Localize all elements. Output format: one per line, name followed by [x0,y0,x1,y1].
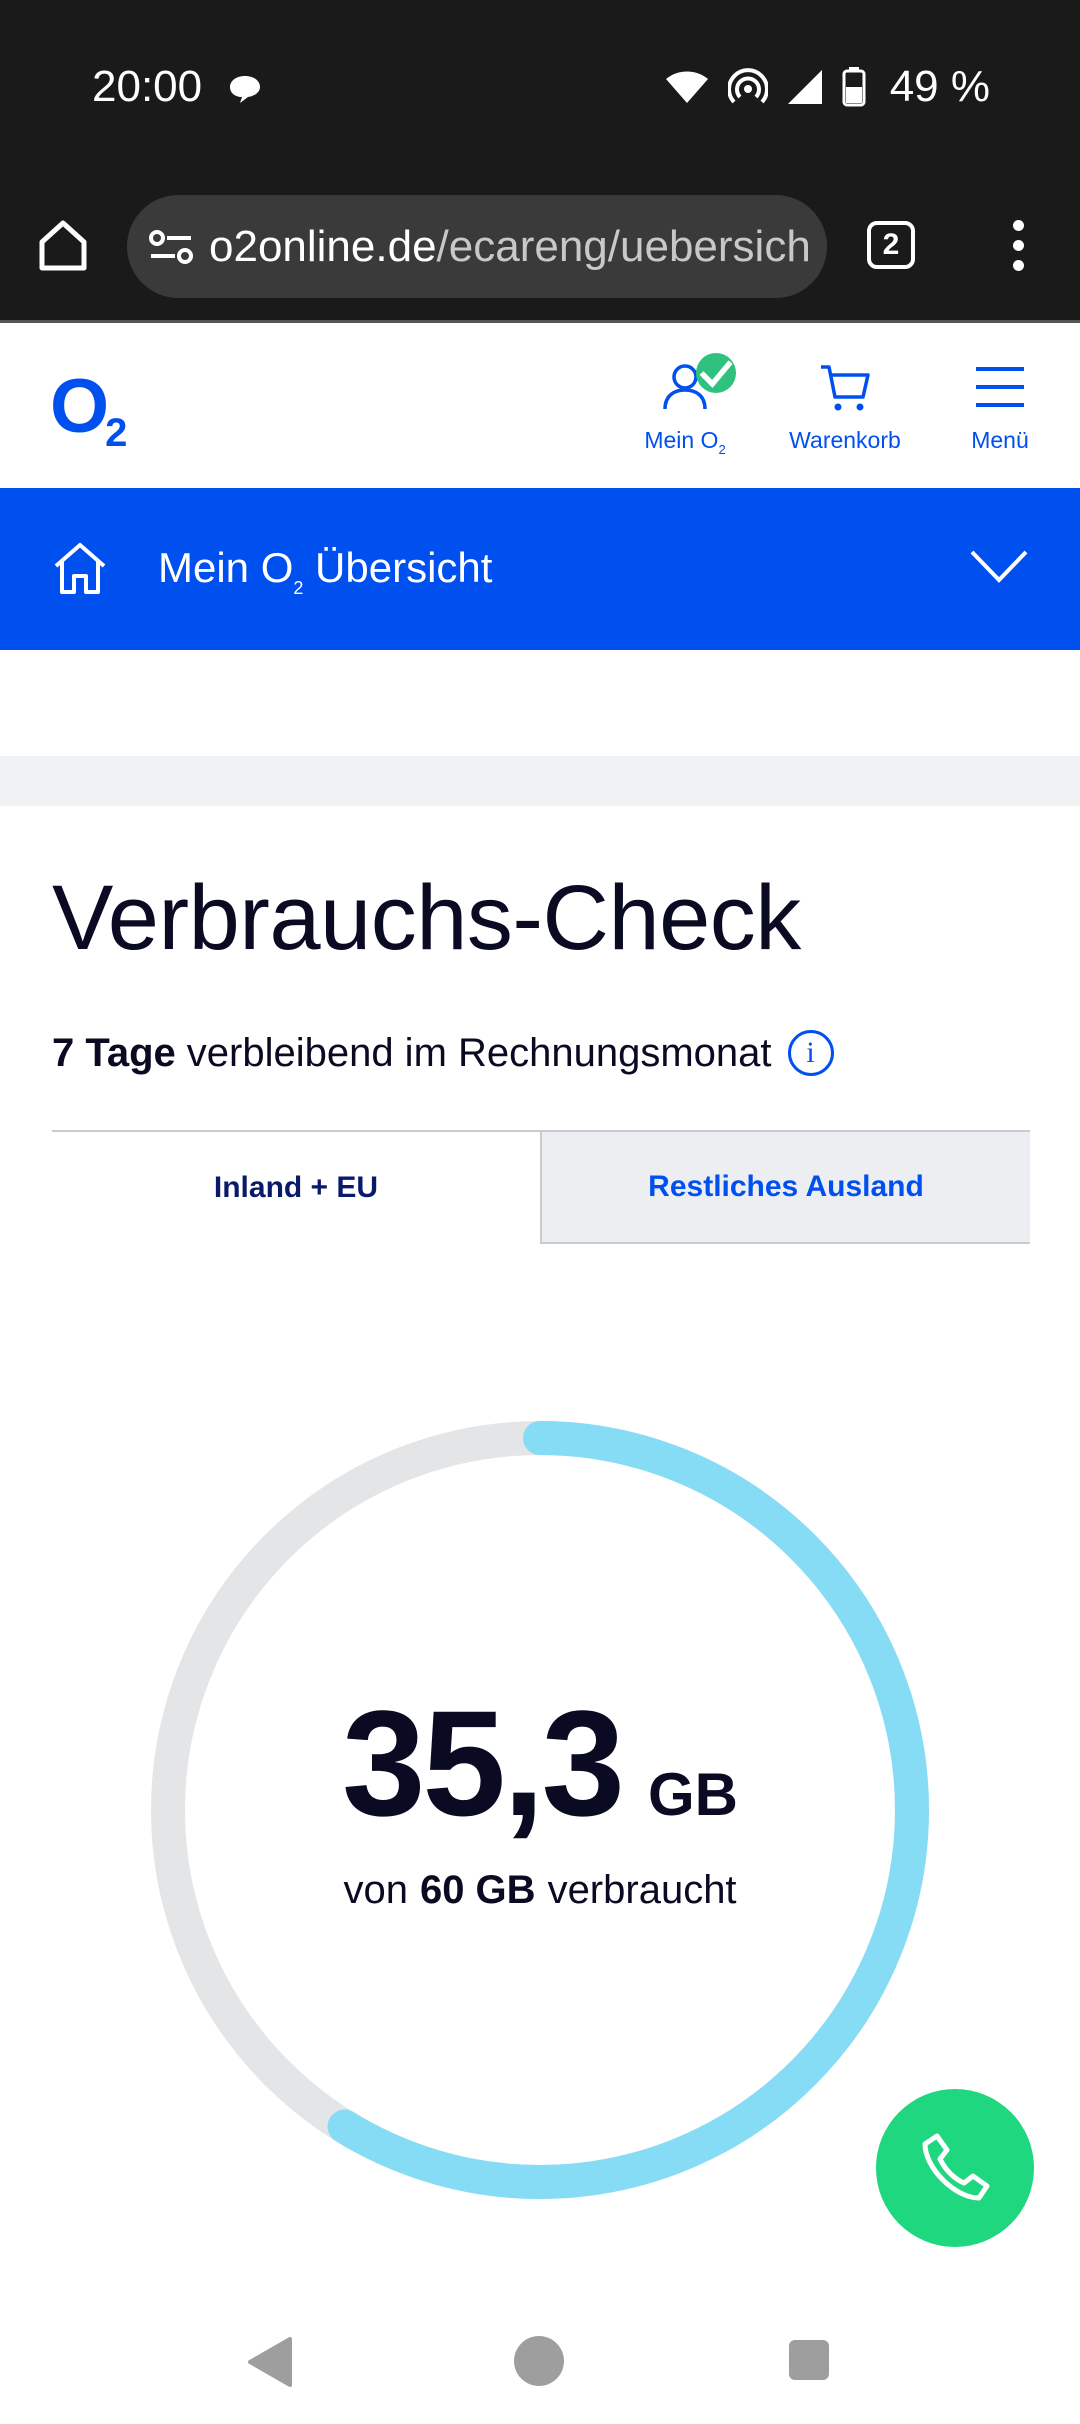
status-icons: 49 % [664,62,990,112]
address-bar[interactable]: o2online.de/ecareng/uebersich [127,195,827,298]
mein-o2-button[interactable]: Mein O2 [640,353,736,457]
used-row: 35,3 GB [342,1677,738,1850]
status-time: 20:00 [92,62,203,111]
url-text[interactable]: o2online.de/ecareng/uebersich [209,222,809,272]
section-nav-dropdown[interactable]: Mein O2 Übersicht [0,488,1080,650]
o2-logo[interactable]: O2 [50,363,127,455]
used-unit: GB [647,1761,738,1828]
recents-icon[interactable] [789,2340,829,2380]
site-settings-icon[interactable] [147,227,195,267]
site-header: O2 Mein O2 Warenkorb Menü [0,323,1080,488]
browser-menu-icon[interactable] [1010,220,1026,276]
tab-inland-eu[interactable]: Inland + EU [52,1130,540,1244]
home-circle-icon[interactable] [514,2336,564,2386]
remaining-days-text: 7 Tage verbleibend im Rechnungsmonat i [52,1030,834,1076]
hamburger-icon [976,367,1024,407]
phone-icon [922,2133,990,2201]
status-bar: 20:00 49 % [0,0,1080,180]
home-icon [54,543,106,594]
remaining-label: verbleibend im Rechnungsmonat [186,1030,772,1075]
battery-icon [842,67,866,107]
browser-home-icon[interactable] [36,218,90,272]
back-icon[interactable] [246,2337,292,2387]
url-host: o2online.de [209,221,437,271]
hotspot-icon [727,68,768,104]
usage-caption: von 60 GB verbraucht [343,1868,737,1912]
cart-button[interactable]: Warenkorb [780,359,910,454]
menu-label: Menü [971,427,1029,453]
section-divider [0,756,1080,806]
signal-icon [787,70,822,104]
chevron-down-icon [970,550,1028,583]
tab-switcher-button[interactable]: 2 [867,221,915,269]
call-button[interactable] [876,2089,1034,2247]
used-value: 35,3 [342,1679,625,1847]
region-tabs: Inland + EU Restliches Ausland [52,1130,1030,1244]
tab-restliches-ausland[interactable]: Restliches Ausland [540,1130,1030,1244]
cart-icon [821,365,870,411]
url-path: /ecareng/uebersich [436,221,809,271]
system-navigation-bar [0,2310,1080,2424]
info-icon[interactable]: i [787,1030,834,1076]
wifi-icon [665,71,708,103]
chat-notification-icon [230,76,260,103]
menu-button[interactable]: Menü [960,359,1040,454]
nav-title: Mein O2 Übersicht [158,544,493,598]
mein-o2-label: Mein O2 [644,427,726,457]
page-title: Verbrauchs-Check [52,867,801,969]
logged-in-check-icon [696,353,736,393]
gauge-readout: 35,3 GB von 60 GB verbraucht [140,1410,940,2210]
browser-toolbar: o2online.de/ecareng/uebersich 2 [0,180,1080,320]
cart-label: Warenkorb [789,427,901,453]
remaining-days: 7 Tage [52,1030,176,1075]
total-volume: 60 GB [419,1868,536,1912]
battery-percentage: 49 % [889,62,990,111]
